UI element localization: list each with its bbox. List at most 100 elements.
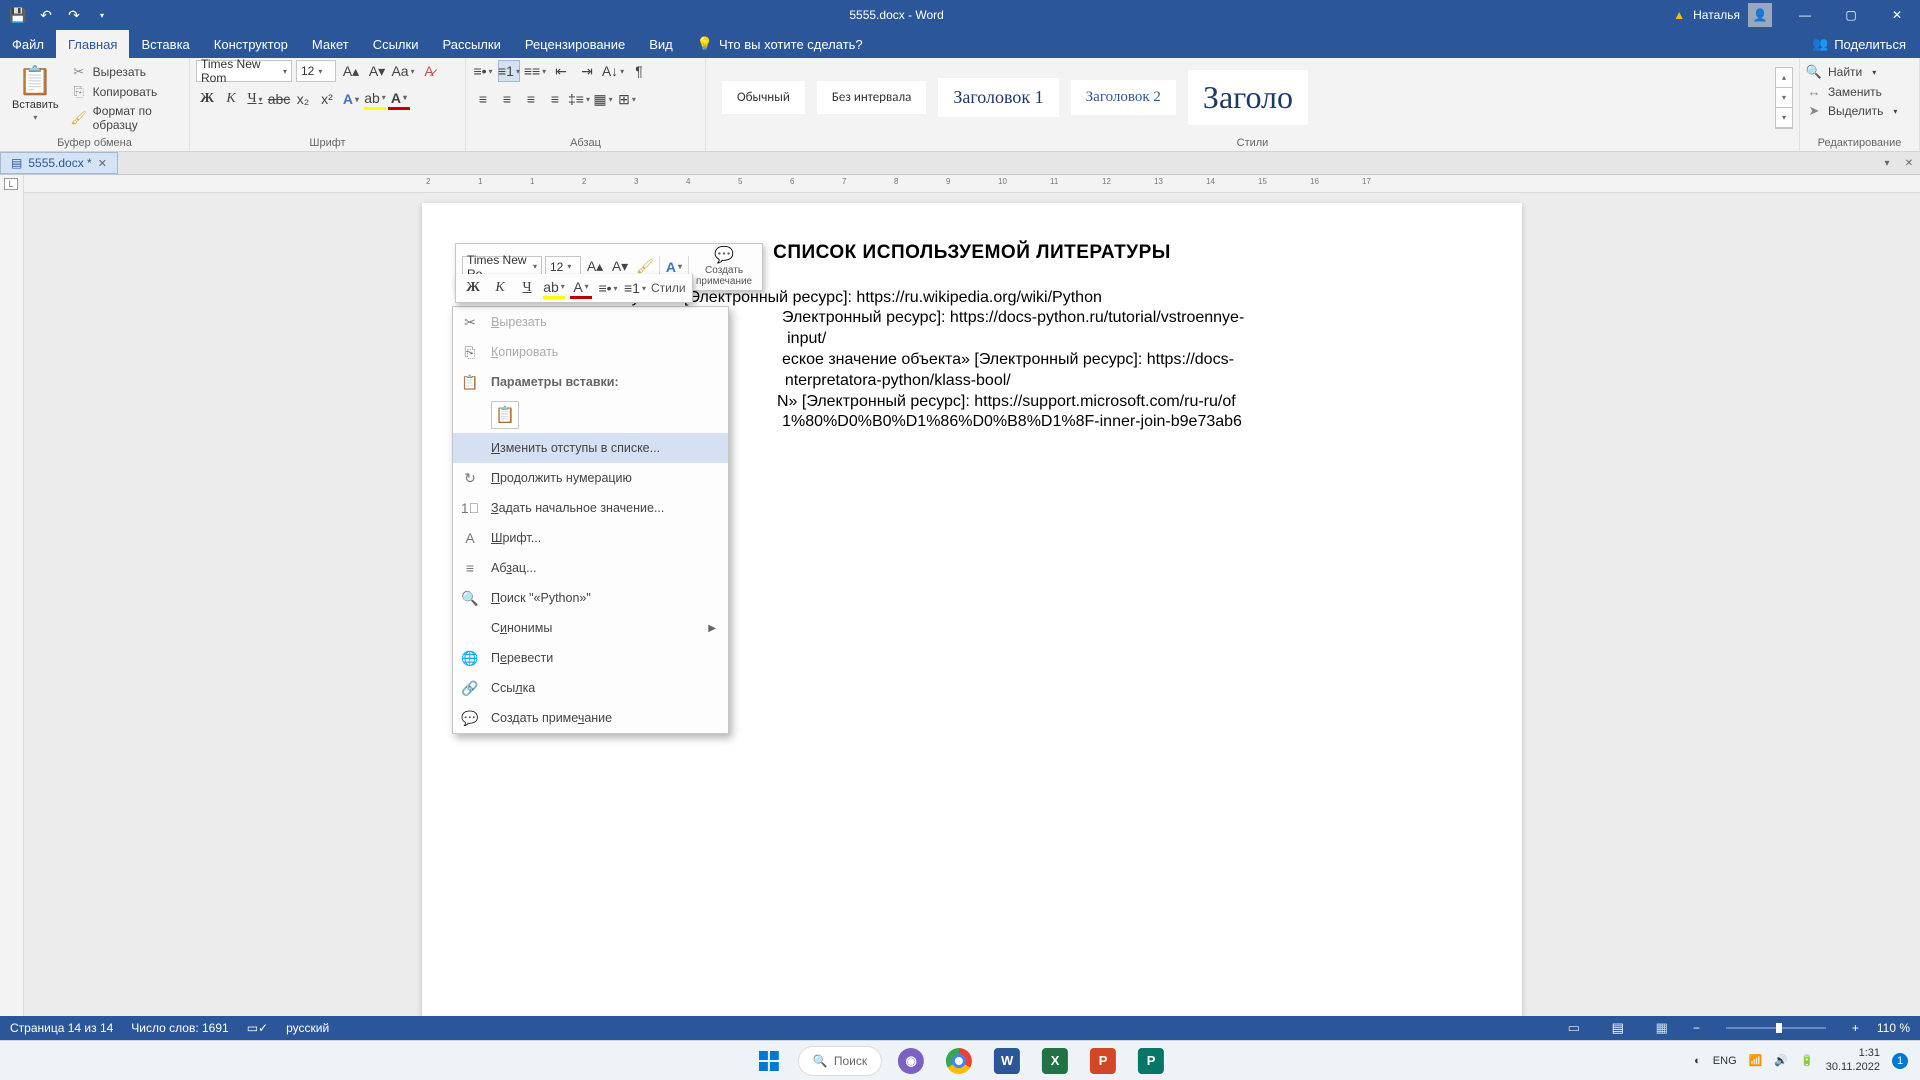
cut-button[interactable]: ✂Вырезать (71, 64, 183, 80)
read-mode-icon[interactable]: ▭ (1561, 1018, 1587, 1038)
save-icon[interactable]: 💾 (10, 7, 26, 23)
ctx-set-value[interactable]: 1⃣Задать начальное значение... (453, 493, 728, 523)
shading-icon[interactable]: ▦ (592, 88, 614, 110)
decrease-indent-icon[interactable]: ⇤ (550, 60, 572, 82)
status-page[interactable]: Страница 14 из 14 (10, 1021, 113, 1035)
taskbar-search[interactable]: 🔍Поиск (798, 1046, 882, 1076)
tab-nav-icon[interactable]: ▾ (1876, 152, 1898, 174)
mini-font-color-icon[interactable]: A (570, 277, 592, 299)
paste-keep-formatting-icon[interactable]: 📋 (491, 401, 519, 429)
tell-me[interactable]: 💡 Что вы хотите сделать? (685, 30, 875, 58)
volume-icon[interactable]: 🔊 (1774, 1054, 1788, 1067)
spellcheck-icon[interactable]: ▭✓ (247, 1021, 268, 1035)
find-button[interactable]: 🔍Найти▾ (1806, 64, 1897, 80)
user-avatar-icon[interactable]: 👤 (1748, 3, 1772, 27)
close-tab-icon[interactable]: ✕ (98, 157, 107, 170)
ctx-list-indent[interactable]: Изменить отступы в списке... (453, 433, 728, 463)
undo-icon[interactable]: ↶ (38, 7, 54, 23)
replace-button[interactable]: ↔Заменить (1806, 84, 1897, 99)
taskbar-app-chat[interactable]: ◉ (892, 1042, 930, 1080)
redo-icon[interactable]: ↷ (66, 7, 82, 23)
zoom-out-icon[interactable]: − (1693, 1021, 1700, 1035)
taskbar-app-excel[interactable]: X (1036, 1042, 1074, 1080)
style-normal[interactable]: Обычный (722, 81, 805, 114)
tray-clock[interactable]: 1:31 30.11.2022 (1826, 1047, 1880, 1073)
bullets-icon[interactable]: ≡• (472, 60, 494, 82)
warning-icon[interactable]: ▲ (1673, 8, 1685, 22)
taskbar-app-chrome[interactable] (940, 1042, 978, 1080)
status-word-count[interactable]: Число слов: 1691 (131, 1021, 228, 1035)
page-scroll-area[interactable]: СПИСОК ИСПОЛЬЗУЕМОЙ ЛИТЕРАТУРЫ 1«Python»… (24, 193, 1920, 1040)
text-effects-icon[interactable]: A (340, 88, 362, 110)
ctx-continue-numbering[interactable]: ↻Продолжить нумерацию (453, 463, 728, 493)
zoom-slider[interactable] (1726, 1027, 1826, 1029)
mini-italic-button[interactable]: К (489, 277, 511, 299)
italic-button[interactable]: К (220, 88, 242, 110)
wifi-icon[interactable]: 📶 (1749, 1054, 1763, 1067)
style-heading3[interactable]: Заголо (1188, 70, 1308, 125)
ctx-link[interactable]: 🔗Ссылка (453, 673, 728, 703)
highlight-icon[interactable]: ab (364, 88, 386, 110)
style-heading1[interactable]: Заголовок 1 (938, 78, 1058, 117)
mini-underline-button[interactable]: Ч (516, 277, 538, 299)
tray-language[interactable]: ENG (1713, 1055, 1737, 1067)
tab-insert[interactable]: Вставка (129, 30, 201, 58)
document-tab[interactable]: ▤ 5555.docx * ✕ (0, 152, 118, 174)
minimize-button[interactable]: — (1782, 0, 1828, 30)
align-center-icon[interactable]: ≡ (496, 88, 518, 110)
ctx-cut[interactable]: ✂Вырезать (453, 307, 728, 337)
sort-icon[interactable]: A↓ (602, 60, 624, 82)
copy-button[interactable]: ⎘Копировать (71, 84, 183, 100)
mini-highlight-icon[interactable]: ab (543, 277, 565, 299)
align-left-icon[interactable]: ≡ (472, 88, 494, 110)
mini-styles-label[interactable]: Стили (651, 281, 686, 295)
tab-layout[interactable]: Макет (300, 30, 361, 58)
mini-new-comment-button[interactable]: 💬 Создать примечание (692, 247, 756, 287)
grow-font-icon[interactable]: A▴ (340, 60, 362, 82)
maximize-button[interactable]: ▢ (1828, 0, 1874, 30)
paste-button[interactable]: 📋 Вставить ▾ (6, 60, 65, 126)
superscript-button[interactable]: x² (316, 88, 338, 110)
tab-close-all-icon[interactable]: ✕ (1898, 152, 1920, 174)
start-button[interactable] (750, 1042, 788, 1080)
numbering-icon[interactable]: ≡1 (498, 60, 520, 82)
increase-indent-icon[interactable]: ⇥ (576, 60, 598, 82)
qat-customize-icon[interactable]: ▾ (94, 7, 110, 23)
justify-icon[interactable]: ≡ (544, 88, 566, 110)
ctx-search[interactable]: 🔍Поиск "«Python»" (453, 583, 728, 613)
tab-design[interactable]: Конструктор (202, 30, 300, 58)
taskbar-app-powerpoint[interactable]: P (1084, 1042, 1122, 1080)
status-language[interactable]: русский (286, 1021, 329, 1035)
select-button[interactable]: ➤Выделить▾ (1806, 103, 1897, 119)
close-button[interactable]: ✕ (1874, 0, 1920, 30)
zoom-in-icon[interactable]: + (1852, 1021, 1859, 1035)
font-color-icon[interactable]: A (388, 88, 410, 110)
shrink-font-icon[interactable]: A▾ (366, 60, 388, 82)
zoom-level[interactable]: 110 % (1877, 1021, 1910, 1035)
style-heading2[interactable]: Заголовок 2 (1071, 80, 1176, 115)
taskbar-app-publisher[interactable]: P (1132, 1042, 1170, 1080)
change-case-icon[interactable]: Aa (392, 60, 414, 82)
font-size-combo[interactable]: 12▾ (296, 60, 336, 82)
tab-home[interactable]: Главная (56, 30, 129, 58)
steam-icon[interactable]: ◐ (1694, 1055, 1701, 1067)
show-marks-icon[interactable]: ¶ (628, 60, 650, 82)
format-painter-button[interactable]: 🖌Формат по образцу (71, 104, 183, 132)
multilevel-list-icon[interactable]: ≡≡ (524, 60, 546, 82)
tab-view[interactable]: Вид (637, 30, 685, 58)
tab-references[interactable]: Ссылки (361, 30, 431, 58)
mini-bullets-icon[interactable]: ≡• (597, 277, 619, 299)
ctx-paragraph[interactable]: ≡Абзац... (453, 553, 728, 583)
style-no-spacing[interactable]: Без интервала (817, 81, 926, 114)
tab-review[interactable]: Рецензирование (513, 30, 637, 58)
strikethrough-button[interactable]: abc (268, 88, 290, 110)
notifications-icon[interactable]: 1 (1892, 1053, 1908, 1069)
dropdown-icon[interactable]: ▾ (1776, 108, 1792, 128)
line-spacing-icon[interactable]: ‡≡ (568, 88, 590, 110)
ctx-new-comment[interactable]: 💬Создать примечание (453, 703, 728, 733)
align-right-icon[interactable]: ≡ (520, 88, 542, 110)
font-name-combo[interactable]: Times New Rom▾ (196, 60, 292, 82)
subscript-button[interactable]: x₂ (292, 88, 314, 110)
bold-button[interactable]: Ж (196, 88, 218, 110)
tab-file[interactable]: Файл (0, 30, 56, 58)
